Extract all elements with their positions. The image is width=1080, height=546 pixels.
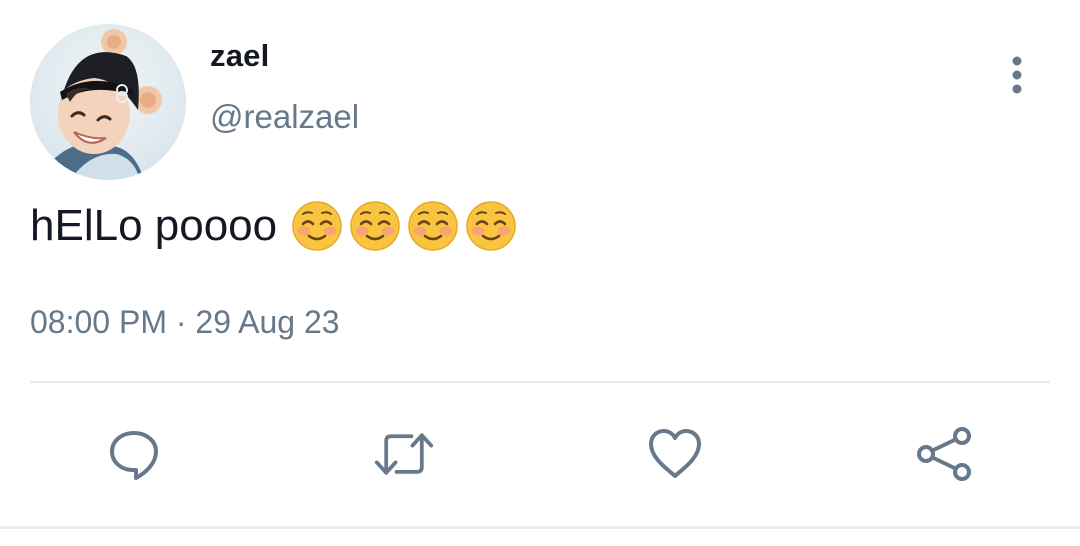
smiling-face-emoji-icon — [466, 201, 516, 251]
tweet-date: 29 Aug 23 — [195, 304, 340, 340]
share-icon — [917, 427, 971, 481]
share-button[interactable] — [915, 424, 975, 484]
tweet-card: zael @realzael hElLo poooo 08:00 PM · 29… — [0, 0, 1080, 546]
user-handle[interactable]: @realzael — [210, 98, 359, 136]
emoji-row — [291, 200, 517, 252]
comment-icon — [110, 431, 158, 480]
smiling-face-emoji-icon — [350, 201, 400, 251]
more-options-button[interactable] — [996, 52, 1038, 98]
tweet-timestamp[interactable]: 08:00 PM · 29 Aug 23 — [30, 304, 340, 341]
retweet-button[interactable] — [374, 424, 434, 484]
bottom-divider — [0, 526, 1080, 529]
smiling-face-emoji-icon — [292, 201, 342, 251]
smiling-face-emoji-icon — [408, 201, 458, 251]
tweet-time: 08:00 PM — [30, 304, 167, 340]
tweet-text: hElLo poooo — [30, 200, 517, 252]
retweet-icon — [374, 433, 434, 475]
heart-icon — [649, 429, 701, 478]
more-vertical-icon — [1012, 56, 1022, 94]
tweet-text-content: hElLo poooo — [30, 201, 278, 250]
divider — [30, 381, 1050, 383]
like-button[interactable] — [645, 424, 705, 484]
display-name[interactable]: zael — [210, 38, 269, 74]
timestamp-separator: · — [175, 304, 187, 340]
reply-button[interactable] — [104, 424, 164, 484]
avatar[interactable] — [30, 24, 186, 180]
profile-photo-icon — [30, 24, 186, 180]
